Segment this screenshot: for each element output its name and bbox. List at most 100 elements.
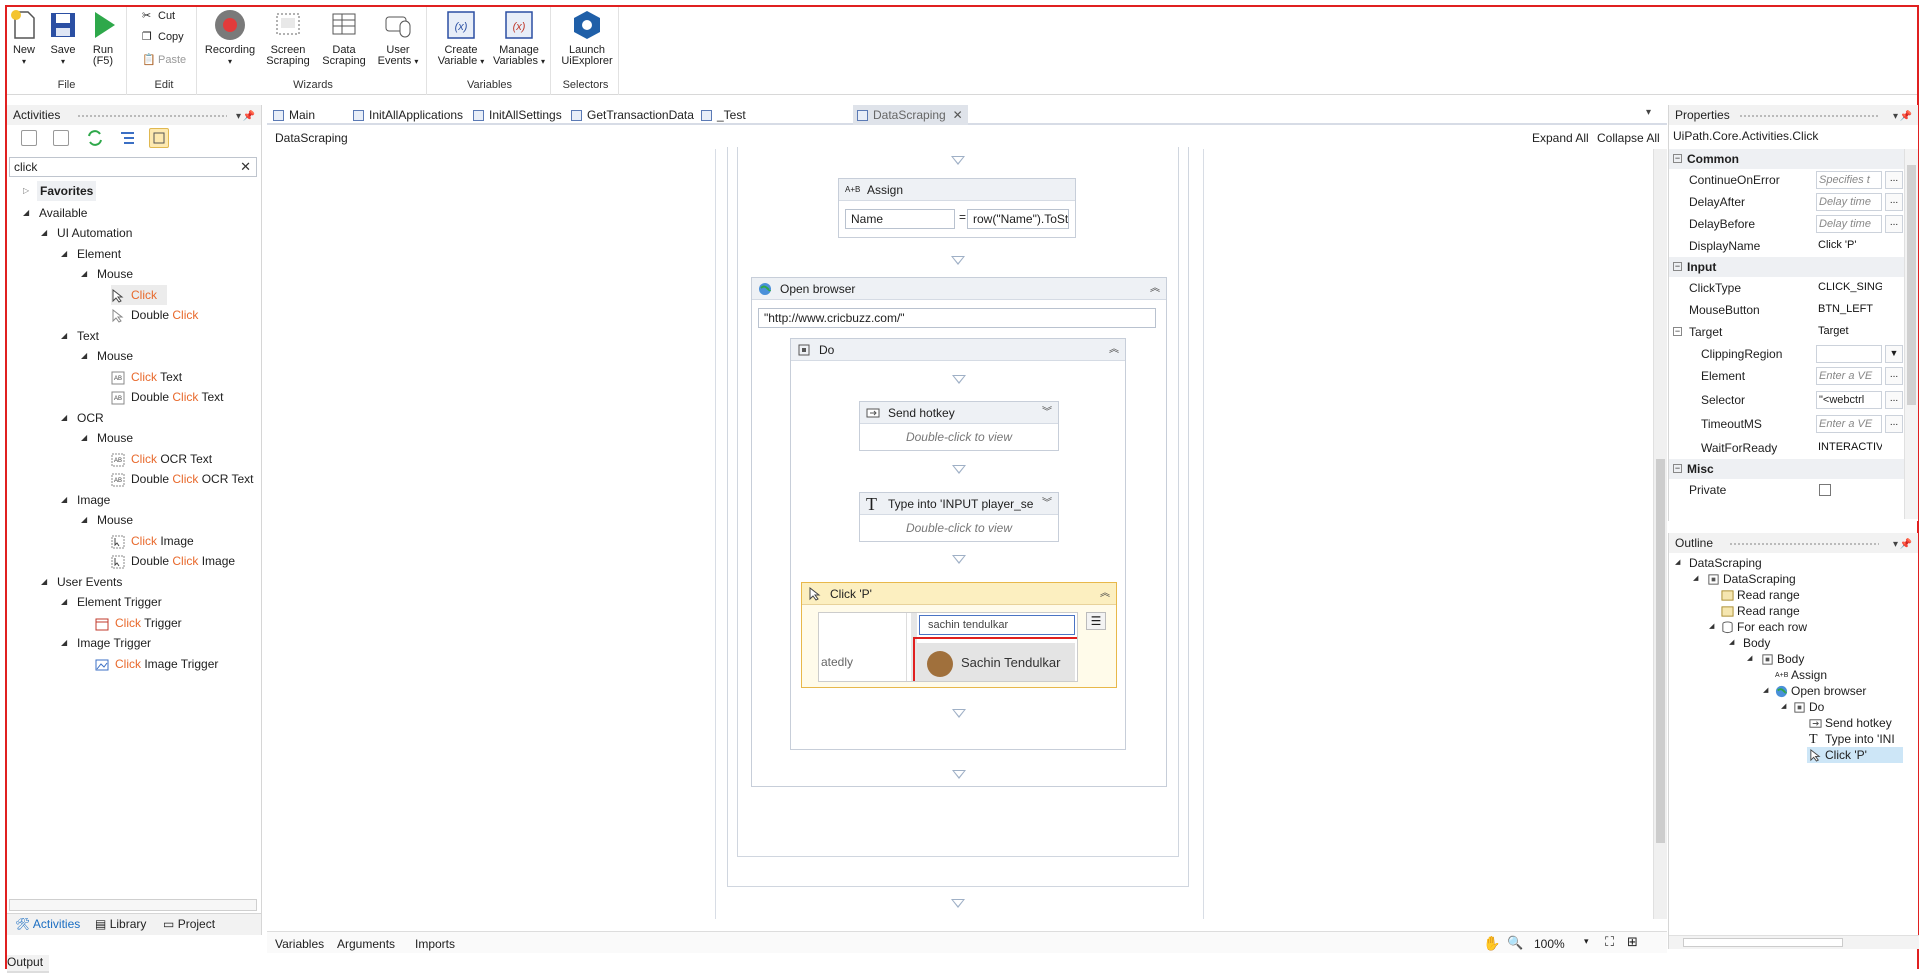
outline-node[interactable]: ◢ Do xyxy=(1781,699,1824,715)
tab-imports[interactable]: Imports xyxy=(415,937,455,951)
prop-value-input[interactable]: "<webctrl xyxy=(1816,391,1882,409)
screen-scraping-button[interactable]: Screen Scraping xyxy=(260,9,316,67)
collapse-all-link[interactable]: Collapse All xyxy=(1597,131,1660,145)
ellipsis-button[interactable]: ... xyxy=(1885,415,1903,433)
expand-icon[interactable]: ︾ xyxy=(1042,402,1052,424)
new-button[interactable]: New ▾ xyxy=(4,9,44,67)
output-tab[interactable]: Output xyxy=(7,955,50,973)
outline-node[interactable]: ◢ Open browser xyxy=(1763,683,1866,699)
prop-value-input[interactable]: Enter a VE xyxy=(1816,367,1882,385)
fit-to-screen-icon[interactable]: ⛶ xyxy=(1605,934,1614,950)
collapse-icon[interactable]: ︽ xyxy=(1109,339,1119,361)
category-misc[interactable]: − Misc xyxy=(1669,459,1905,479)
pin-icon[interactable]: 📌 xyxy=(1900,535,1912,555)
cut-button[interactable]: ✂ Cut xyxy=(140,7,175,25)
expand-icon[interactable]: ︾ xyxy=(1042,493,1052,515)
run-button[interactable]: Run (F5) xyxy=(81,9,125,67)
tree-item-click-trigger[interactable]: Click Trigger xyxy=(95,613,182,633)
drop-target-icon[interactable] xyxy=(951,899,965,909)
screenshot-preview[interactable]: atedly sachin tendulkar Sachin Tendulkar xyxy=(818,612,1078,682)
panel-menu-icon[interactable]: ▾ xyxy=(236,107,241,127)
scroll-thumb[interactable] xyxy=(1683,938,1843,947)
drop-target-icon[interactable] xyxy=(952,770,966,780)
clear-search-icon[interactable]: ✕ xyxy=(240,158,251,176)
prop-value-input[interactable]: Click 'P' xyxy=(1816,237,1882,255)
outline-node[interactable]: ◢ Body xyxy=(1729,635,1770,651)
collapse-all-icon[interactable] xyxy=(53,130,69,146)
pin-icon[interactable]: 📌 xyxy=(243,107,255,127)
zoom-level[interactable]: 100% xyxy=(1534,937,1565,951)
filter-icon[interactable] xyxy=(149,128,169,148)
ellipsis-button[interactable]: ... xyxy=(1885,391,1903,409)
hand-pan-icon[interactable]: ✋ xyxy=(1483,935,1500,952)
prop-value-select[interactable]: CLICK_SINGI xyxy=(1816,279,1882,297)
collapse-icon[interactable]: ︽ xyxy=(1100,583,1110,605)
tree-item-double-click[interactable]: Double Click xyxy=(111,305,198,325)
dropdown-arrow-icon[interactable]: ▼ xyxy=(1885,345,1903,363)
outline-node[interactable]: Read range xyxy=(1721,587,1800,603)
tree-item-double-click-image[interactable]: Double Click Image xyxy=(111,551,235,571)
click-p-activity[interactable]: Click 'P' ︽ atedly sachin tendulkar Sach… xyxy=(801,582,1117,688)
drop-target-icon[interactable] xyxy=(952,465,966,475)
pin-icon[interactable]: 📌 xyxy=(1900,107,1912,127)
prop-value-select[interactable]: BTN_LEFT xyxy=(1816,301,1882,319)
ellipsis-button[interactable]: ... xyxy=(1885,193,1903,211)
outline-hscroll[interactable] xyxy=(1669,935,1919,949)
tab-project[interactable]: ▭ Project xyxy=(163,917,215,931)
prop-value-select[interactable]: INTERACTIV xyxy=(1816,439,1882,457)
assign-value-field[interactable]: row("Name").ToSt xyxy=(967,209,1069,229)
activities-hscroll[interactable] xyxy=(9,899,257,911)
tab-activities[interactable]: 🛠 Activities xyxy=(15,917,80,931)
collapse-icon[interactable]: ︽ xyxy=(1150,278,1160,300)
outline-node[interactable]: T Type into 'INI xyxy=(1809,731,1895,747)
tree-item-double-click-ocr-text[interactable]: AB Double Click OCR Text xyxy=(111,469,254,489)
designer-vscroll[interactable] xyxy=(1653,149,1667,919)
tree-item-click-text[interactable]: AB Click Text xyxy=(111,367,182,387)
outline-node[interactable]: Read range xyxy=(1721,603,1800,619)
drop-target-icon[interactable] xyxy=(951,256,965,266)
scroll-thumb[interactable] xyxy=(1907,165,1916,405)
tab-initallapplications[interactable]: InitAllApplications xyxy=(349,105,463,125)
tab-datascraping[interactable]: DataScraping ✕ xyxy=(853,105,968,125)
tab-variables[interactable]: Variables xyxy=(275,937,324,951)
send-hotkey-activity[interactable]: Send hotkey ︾ Double-click to view xyxy=(859,401,1059,451)
prop-value-input[interactable]: Enter a VE xyxy=(1816,415,1882,433)
outline-node[interactable]: ◢ DataScraping xyxy=(1675,555,1762,571)
category-input[interactable]: − Input xyxy=(1669,257,1905,277)
hamburger-menu-icon[interactable]: ☰ xyxy=(1086,612,1106,630)
tab-gettransactiondata[interactable]: GetTransactionData xyxy=(567,105,694,125)
assign-activity[interactable]: A+B Assign Name = row("Name").ToSt xyxy=(838,178,1076,238)
user-events-button[interactable]: User Events ▾ xyxy=(370,9,426,67)
tab-arguments[interactable]: Arguments xyxy=(337,937,395,951)
panel-menu-icon[interactable]: ▾ xyxy=(1893,107,1898,127)
outline-node[interactable]: ◢ DataScraping xyxy=(1693,571,1796,587)
list-view-icon[interactable] xyxy=(117,128,137,148)
tab-main[interactable]: Main xyxy=(269,105,315,125)
paste-button[interactable]: 📋 Paste xyxy=(140,51,186,69)
save-button[interactable]: Save ▾ xyxy=(43,9,83,67)
tree-item-click-image-trigger[interactable]: Click Image Trigger xyxy=(95,654,218,674)
ellipsis-button[interactable]: ... xyxy=(1885,171,1903,189)
outline-node[interactable]: Send hotkey xyxy=(1809,715,1892,731)
type-into-activity[interactable]: T Type into 'INPUT player_se ︾ Double-cl… xyxy=(859,492,1059,542)
outline-node[interactable]: A+B Assign xyxy=(1775,667,1827,683)
prop-value-input[interactable]: Specifies t xyxy=(1816,171,1882,189)
tree-item-click[interactable]: Click xyxy=(111,285,167,305)
copy-button[interactable]: ❐ Copy xyxy=(140,28,184,46)
tree-item-click-ocr-text[interactable]: AB Click OCR Text xyxy=(111,449,212,469)
assign-to-field[interactable]: Name xyxy=(845,209,955,229)
drop-target-icon[interactable] xyxy=(952,375,966,385)
do-sequence[interactable]: Do ︽ Send hotkey ︾ Double-click to view xyxy=(790,338,1126,750)
tree-item-double-click-text[interactable]: AB Double Click Text xyxy=(111,387,224,407)
tab-list-dropdown-icon[interactable]: ▾ xyxy=(1646,107,1651,118)
drop-target-icon[interactable] xyxy=(952,555,966,565)
tab-library[interactable]: ▤ Library xyxy=(95,917,146,931)
breadcrumb[interactable]: DataScraping xyxy=(275,131,348,145)
close-tab-icon[interactable]: ✕ xyxy=(953,105,963,125)
launch-uiexplorer-button[interactable]: Launch UiExplorer xyxy=(559,9,615,67)
create-variable-button[interactable]: (x) Create Variable ▾ xyxy=(433,9,489,67)
tab-test[interactable]: _Test xyxy=(697,105,746,125)
tab-initallsettings[interactable]: InitAllSettings xyxy=(469,105,562,125)
refresh-icon[interactable] xyxy=(85,128,105,148)
outline-node[interactable]: ◢ For each row xyxy=(1709,619,1807,635)
